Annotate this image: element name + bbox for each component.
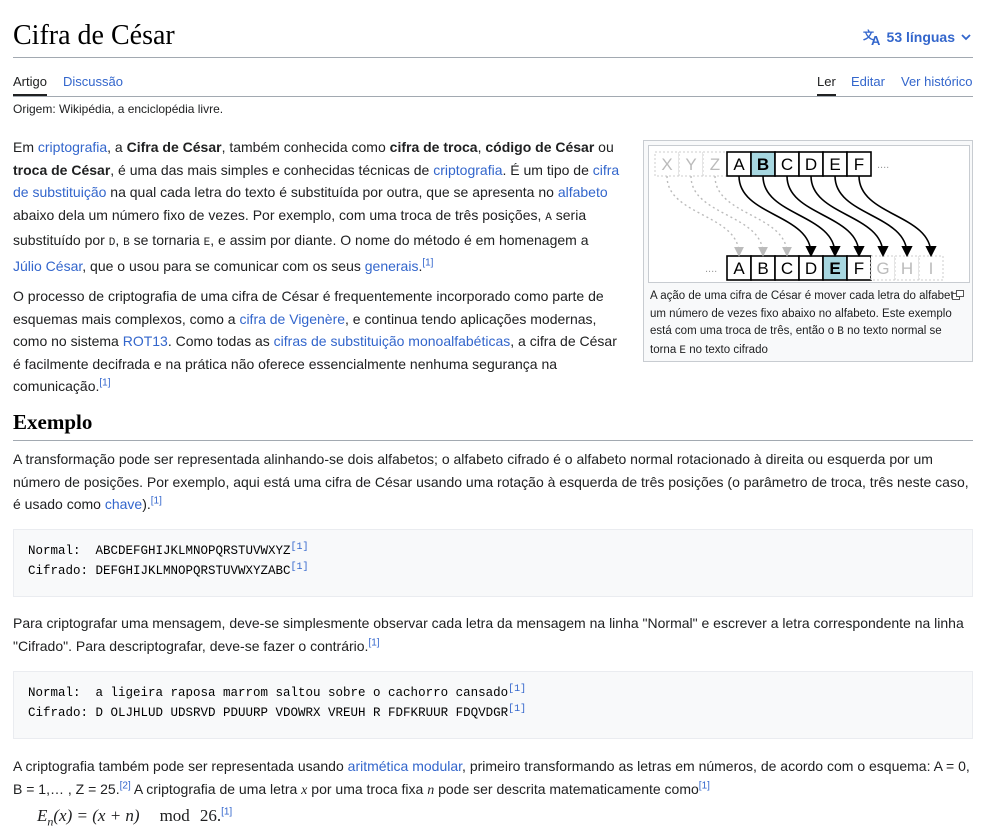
link-rot13[interactable]: ROT13	[123, 333, 168, 349]
link-generais[interactable]: generais	[365, 258, 419, 274]
reference-link[interactable]: [1]	[508, 684, 526, 695]
section-paragraph-1: A transformação pode ser representada al…	[13, 451, 969, 512]
cipher-alphabet-letter: B	[757, 259, 768, 278]
link-aritmetica-modular[interactable]: aritmética modular	[348, 758, 462, 774]
cipher-alphabet-letter: G	[876, 259, 889, 278]
cipher-alphabet-letter: C	[781, 259, 793, 278]
math-formula: En(x) = (x + n) mod 26.[1]	[37, 806, 233, 829]
link-alfabeto[interactable]: alfabeto	[558, 184, 608, 200]
caesar-shift-diagram[interactable]: X Y Z A B C D E F.... .... A B C D E F G H I	[648, 145, 970, 283]
section-heading-exemplo: Exemplo	[13, 410, 973, 441]
plain-alphabet-letter: A	[733, 155, 745, 174]
cipher-alphabet-letter: H	[901, 259, 913, 278]
tab-edit[interactable]: Editar	[851, 74, 885, 94]
tab-history[interactable]: Ver histórico	[901, 74, 973, 94]
reference-link[interactable]: [2]	[120, 780, 131, 791]
section-paragraph-3: A criptografia também pode ser represent…	[13, 758, 970, 798]
reference-link[interactable]: [1]	[368, 637, 379, 648]
plain-alphabet-letter: C	[781, 155, 793, 174]
code-block-message: Normal: a ligeira raposa marrom saltou s…	[13, 671, 973, 739]
reference-link[interactable]: [1]	[99, 377, 110, 388]
reference-link[interactable]: [1]	[151, 495, 162, 506]
cipher-alphabet-letter: A	[733, 259, 745, 278]
link-criptografia-2[interactable]: criptografia	[433, 162, 502, 178]
reference-link[interactable]: [1]	[422, 257, 433, 268]
plain-alphabet-letter: X	[661, 155, 672, 174]
reference-link[interactable]: [1]	[221, 806, 232, 817]
plain-alphabet-letter: E	[829, 155, 840, 174]
language-button[interactable]: 文 A 53 línguas	[863, 28, 973, 46]
tab-discussion[interactable]: Discussão	[63, 74, 123, 94]
link-vigenere[interactable]: cifra de Vigenère	[239, 311, 345, 327]
cipher-alphabet-letter: F	[854, 259, 864, 278]
link-chave[interactable]: chave	[105, 496, 142, 512]
page-title: Cifra de César	[13, 20, 175, 51]
reference-link[interactable]: [1]	[291, 542, 309, 553]
tab-read[interactable]: Ler	[817, 74, 836, 96]
link-criptografia[interactable]: criptografia	[38, 139, 107, 155]
enlarge-icon[interactable]	[952, 287, 964, 303]
reference-link[interactable]: [1]	[291, 562, 309, 573]
reference-link[interactable]: [1]	[508, 704, 526, 715]
plain-alphabet-letter: Y	[685, 155, 696, 174]
title-bar: Cifra de César 文 A 53 línguas	[13, 14, 973, 58]
plain-alphabet-letter: Z	[710, 155, 720, 174]
svg-text:A: A	[871, 33, 881, 46]
section-paragraph-2: Para criptografar uma mensagem, deve-se …	[13, 615, 964, 654]
ellipsis-top: ....	[877, 159, 889, 171]
shift-arrow	[666, 175, 744, 257]
plain-alphabet-letter: B	[757, 155, 769, 174]
chevron-down-icon	[959, 30, 973, 44]
bold-term: Cifra de César	[126, 139, 222, 155]
tab-article[interactable]: Artigo	[13, 74, 47, 96]
reference-link[interactable]: [1]	[699, 780, 710, 791]
plain-alphabet-letter: F	[854, 155, 864, 174]
intro-section: Em criptografia, a Cifra de César, també…	[13, 136, 621, 406]
cipher-alphabet-letter: E	[829, 259, 840, 278]
plain-alphabet-letter: D	[805, 155, 817, 174]
link-monoalfabeticas[interactable]: cifras de substituição monoalfabéticas	[274, 333, 511, 349]
intro-paragraph-2: O processo de criptografia de uma cifra …	[13, 288, 617, 394]
translate-icon: 文 A	[863, 28, 883, 46]
figure-thumbnail: X Y Z A B C D E F.... .... A B C D E F G H I A ação de um…	[643, 140, 973, 362]
page-tabs: Artigo Discussão Ler Editar Ver históric…	[13, 72, 973, 97]
link-julio-cesar[interactable]: Júlio César	[13, 258, 82, 274]
code-block-alphabet: Normal: ABCDEFGHIJKLMNOPQRSTUVWXYZ[1] Ci…	[13, 529, 973, 597]
cipher-alphabet-letter: I	[929, 259, 934, 278]
cipher-alphabet-letter: D	[805, 259, 817, 278]
site-subtitle: Origem: Wikipédia, a enciclopédia livre.	[13, 102, 224, 116]
ellipsis-bottom: ....	[705, 263, 717, 275]
language-count: 53 línguas	[886, 29, 955, 45]
intro-paragraph-1: Em criptografia, a Cifra de César, també…	[13, 139, 620, 274]
figure-caption: A ação de uma cifra de César é mover cad…	[650, 290, 961, 357]
